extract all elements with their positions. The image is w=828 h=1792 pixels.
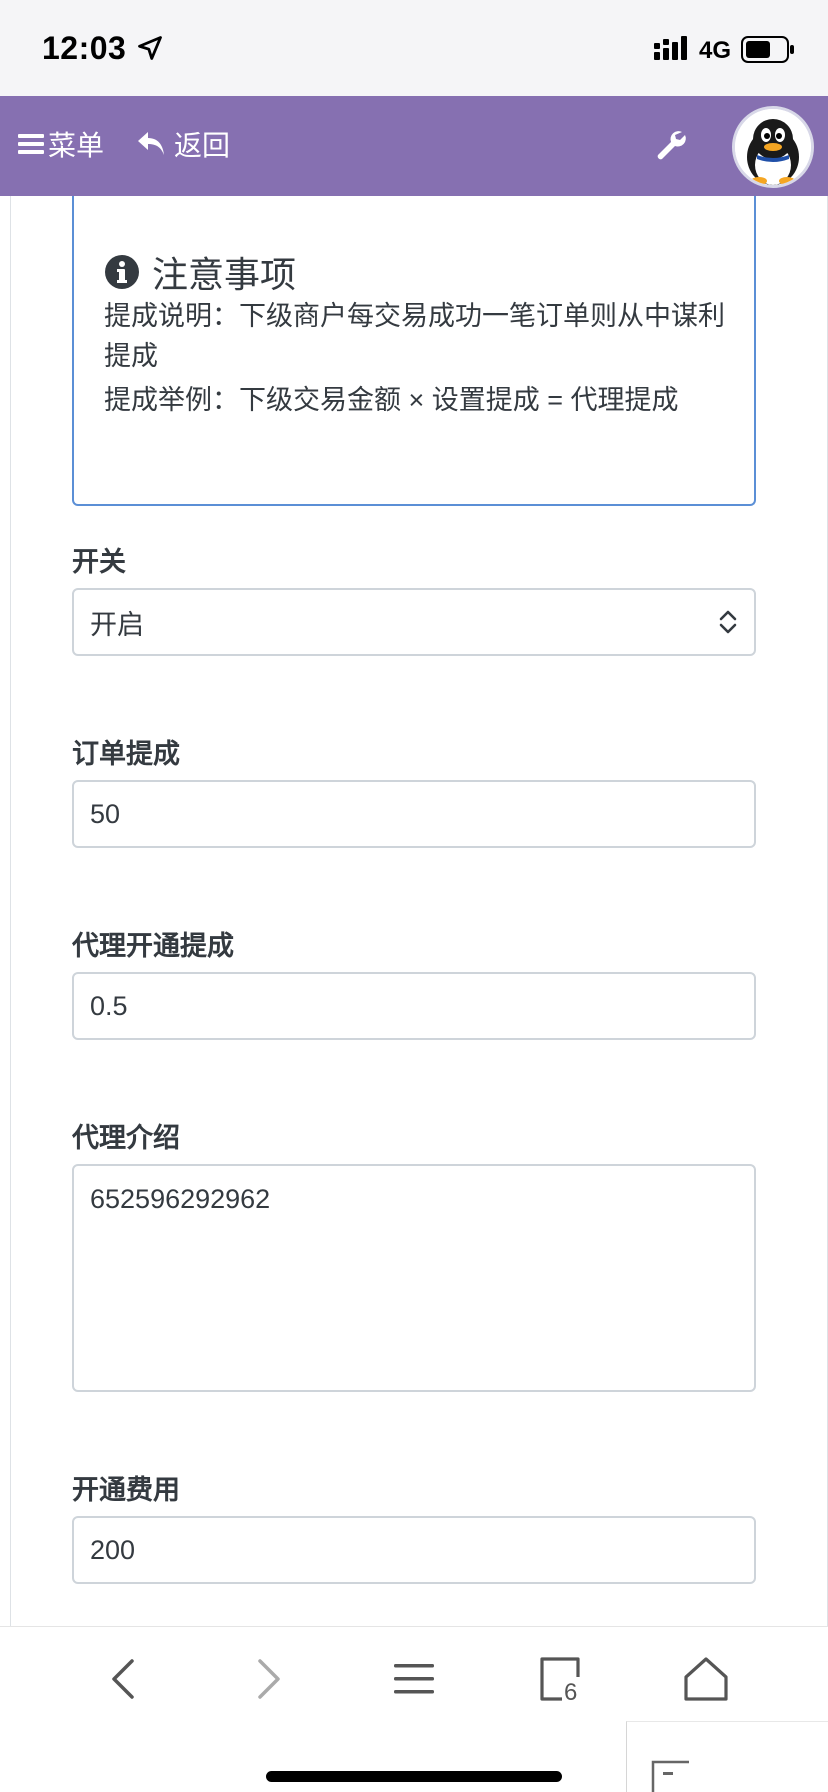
agent-intro-label: 代理介绍: [72, 1123, 180, 1153]
agent-commission-input[interactable]: 0.5: [72, 972, 756, 1040]
notice-card: 注意事项 提成说明：下级商户每交易成功一笔订单则从中谋利提成 提成举例：下级交易…: [72, 196, 756, 506]
back-label: 返回: [174, 130, 231, 161]
notice-title-row: 注意事项: [104, 246, 296, 298]
menu-label: 菜单: [48, 130, 105, 161]
tabs-button[interactable]: 6: [532, 1651, 588, 1707]
reply-arrow-icon: [138, 132, 164, 155]
order-commission-label: 订单提成: [72, 739, 180, 769]
back-chevron-icon[interactable]: [96, 1651, 152, 1707]
switch-select-value: 开启: [90, 609, 144, 640]
battery-icon: [741, 36, 794, 63]
back-button[interactable]: 返回: [136, 124, 230, 164]
open-fee-input[interactable]: 200: [72, 1516, 756, 1584]
location-arrow-icon: [138, 36, 162, 60]
tabs-count: 6: [564, 1679, 578, 1706]
network-type: 4G: [699, 37, 732, 64]
page-preview-fragment: [626, 1721, 828, 1792]
wrench-icon[interactable]: [652, 126, 688, 162]
agent-commission-label: 代理开通提成: [72, 931, 234, 961]
signal-strength-icon: [654, 36, 687, 60]
menu-button[interactable]: 菜单: [18, 124, 104, 164]
avatar[interactable]: [732, 106, 814, 188]
open-fee-label: 开通费用: [72, 1475, 180, 1505]
switch-select[interactable]: 开启: [72, 588, 756, 656]
agent-commission-value: 0.5: [90, 990, 128, 1021]
notice-commission-example: 提成举例：下级交易金额 × 设置提成 = 代理提成: [104, 385, 679, 415]
order-commission-input[interactable]: 50: [72, 780, 756, 848]
agent-intro-textarea[interactable]: 652596292962: [72, 1164, 756, 1392]
corner-glyph-icon: [651, 1760, 689, 1792]
agent-intro-value: 652596292962: [90, 1184, 271, 1214]
open-fee-value: 200: [90, 1534, 136, 1565]
home-icon[interactable]: [678, 1651, 734, 1707]
notice-title: 注意事项: [152, 254, 297, 295]
order-commission-value: 50: [90, 798, 121, 829]
info-circle-icon: [105, 255, 139, 289]
home-indicator: [266, 1771, 562, 1782]
switch-label: 开关: [72, 547, 126, 577]
browser-toolbar: 6: [0, 1626, 828, 1792]
hamburger-icon: [18, 134, 44, 154]
select-chevron-icon: [719, 610, 737, 634]
notice-commission-description: 提成说明：下级商户每交易成功一笔订单则从中谋利提成: [104, 301, 725, 371]
tabs-icon: [540, 1657, 580, 1701]
browser-menu-icon[interactable]: [386, 1651, 442, 1707]
status-bar: 12:03 4G: [0, 0, 828, 96]
penguin-avatar-icon: [735, 109, 811, 185]
app-header: 菜单 返回: [0, 96, 828, 196]
forward-chevron-icon[interactable]: [240, 1651, 296, 1707]
status-time: 12:03: [42, 30, 127, 66]
